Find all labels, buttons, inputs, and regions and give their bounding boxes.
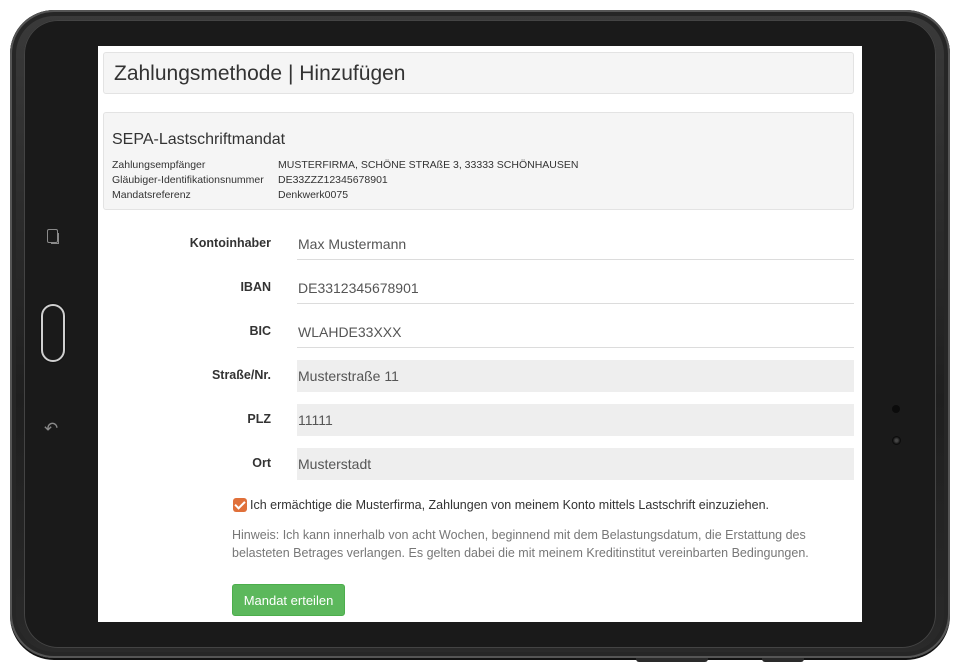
mandate-heading: SEPA-Lastschriftmandat <box>112 131 286 148</box>
hardware-key-bottom-1 <box>636 658 708 662</box>
hardware-key-bottom-2 <box>762 658 804 662</box>
account-holder-label: Kontoinhaber <box>189 236 271 250</box>
iban-label: IBAN <box>240 280 271 294</box>
account-holder-input[interactable] <box>297 228 854 260</box>
iban-input[interactable] <box>297 272 854 304</box>
street-label: Straße/Nr. <box>211 368 271 382</box>
page-title: Zahlungsmethode | Hinzufügen <box>114 62 406 85</box>
form-row-city: Ort <box>98 448 862 480</box>
form-row-iban: IBAN <box>98 272 862 304</box>
home-button[interactable] <box>41 304 65 362</box>
sensor-dot <box>892 405 900 413</box>
bic-input[interactable] <box>297 316 854 348</box>
form-row-zip: PLZ <box>98 404 862 436</box>
mandate-row-creditor-id: Gläubiger-Identifikationsnummer DE33ZZZ12… <box>112 174 388 186</box>
mandate-row-payee: Zahlungsempfänger MUSTERFIRMA, SCHÖNE STR… <box>112 159 578 171</box>
form-row-bic: BIC <box>98 316 862 348</box>
tablet-screen: Zahlungsmethode | Hinzufügen SEPA-Lastsc… <box>98 46 862 622</box>
grant-mandate-button[interactable]: Mandat erteilen <box>232 584 345 616</box>
camera-lens <box>892 436 901 445</box>
mandate-label: Mandatsreferenz <box>112 189 191 201</box>
mandate-value: MUSTERFIRMA, SCHÖNE STRAßE 3, 33333 SCHÖ… <box>278 159 579 171</box>
zip-input[interactable] <box>297 404 854 436</box>
mandate-row-reference: Mandatsreferenz Denkwerk0075 <box>112 189 348 201</box>
mandate-label: Zahlungsempfänger <box>112 159 206 171</box>
form-row-account-holder: Kontoinhaber <box>98 228 862 260</box>
mandate-value: DE33ZZZ12345678901 <box>278 174 388 186</box>
city-label: Ort <box>252 456 271 470</box>
sepa-mandate-panel: SEPA-Lastschriftmandat Zahlungsempfänger… <box>103 112 854 210</box>
mandate-value: Denkwerk0075 <box>278 189 349 201</box>
consent-row: Ich ermächtige die Musterfirma, Zahlunge… <box>233 498 769 512</box>
bic-label: BIC <box>249 324 271 338</box>
back-icon[interactable]: ↶ <box>44 420 58 437</box>
consent-checkbox[interactable] <box>233 498 247 512</box>
mandate-label: Gläubiger-Identifikationsnummer <box>112 174 264 186</box>
form-row-street: Straße/Nr. <box>98 360 862 392</box>
recent-apps-icon[interactable] <box>47 229 59 244</box>
consent-label: Ich ermächtige die Musterfirma, Zahlunge… <box>250 498 769 512</box>
street-input[interactable] <box>297 360 854 392</box>
title-panel: Zahlungsmethode | Hinzufügen <box>103 52 854 94</box>
city-input[interactable] <box>297 448 854 480</box>
hint-text: Hinweis: Ich kann innerhalb von acht Woc… <box>232 528 809 560</box>
zip-label: PLZ <box>247 412 271 426</box>
